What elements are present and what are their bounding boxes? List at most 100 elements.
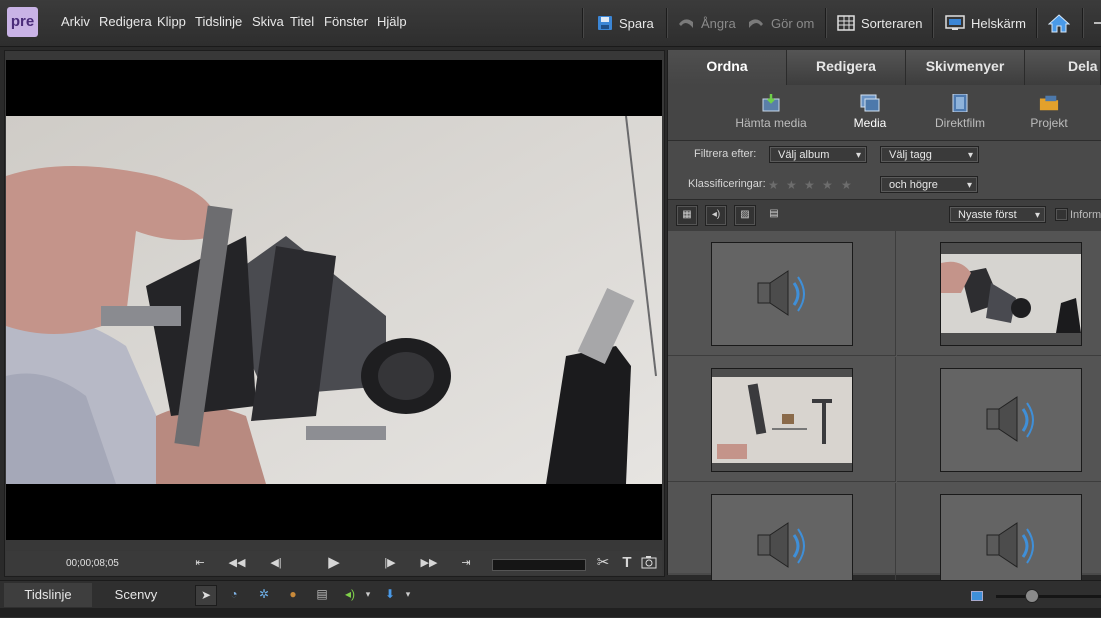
smart-mix-icon[interactable]: ✲ xyxy=(254,585,274,604)
audio-clip-thumbnail[interactable] xyxy=(940,368,1082,472)
minimize-icon[interactable] xyxy=(1094,22,1101,24)
tab-ordna[interactable]: Ordna xyxy=(668,50,787,85)
subnav-get-media[interactable]: Hämta media xyxy=(726,92,816,130)
video-image xyxy=(6,116,662,484)
toolbar-separator xyxy=(582,8,584,38)
undo-label: Ångra xyxy=(701,15,736,31)
toolbar-separator xyxy=(825,8,827,38)
album-dropdown[interactable]: Välj album xyxy=(769,146,867,164)
go-to-start-icon[interactable]: ⇤ xyxy=(191,555,209,571)
menu-tidslinje[interactable]: Tidslinje xyxy=(195,14,242,29)
filter-label: Filtrera efter: xyxy=(694,148,757,160)
camera-glyph xyxy=(641,556,657,569)
filmstrip-view-icon[interactable]: ▤ xyxy=(764,205,784,224)
subnav-media[interactable]: Media xyxy=(825,92,915,130)
show-images-icon[interactable]: ▨ xyxy=(734,205,756,226)
home-icon xyxy=(1048,14,1070,33)
tab-skivmenyer[interactable]: Skivmenyer xyxy=(906,50,1025,85)
zoom-slider[interactable] xyxy=(996,595,1101,598)
redo-icon xyxy=(749,19,763,28)
menu-arkiv[interactable]: Arkiv xyxy=(61,14,90,29)
organizer-button[interactable]: Sorteraren xyxy=(837,12,922,34)
speaker-icon xyxy=(986,396,1034,442)
show-video-icon[interactable]: ▦ xyxy=(676,205,698,226)
properties-icon[interactable]: ▤ xyxy=(312,585,332,604)
tag-dropdown[interactable]: Välj tagg xyxy=(880,146,979,164)
toolbar-separator xyxy=(666,8,668,38)
redo-button[interactable]: Gör om xyxy=(747,12,814,34)
folder-icon xyxy=(1039,95,1059,111)
grid-icon xyxy=(837,15,855,31)
undo-icon xyxy=(679,19,693,28)
star-icon[interactable]: ★ xyxy=(768,178,779,192)
marker-icon[interactable]: ⬇ xyxy=(380,585,400,604)
speaker-icon xyxy=(757,270,805,316)
video-frame[interactable] xyxy=(6,116,662,484)
menu-skiva[interactable]: Skiva xyxy=(252,14,284,29)
step-back-icon[interactable]: ◀| xyxy=(267,555,285,571)
audio-effects-icon[interactable]: ● xyxy=(283,585,303,604)
star-icon[interactable]: ★ xyxy=(804,178,815,192)
zoom-out-icon[interactable] xyxy=(971,591,983,601)
star-icon[interactable]: ★ xyxy=(841,178,852,192)
tab-redigera[interactable]: Redigera xyxy=(787,50,906,85)
video-thumbnail-image xyxy=(712,377,852,463)
redo-label: Gör om xyxy=(771,15,815,31)
star-icon[interactable]: ★ xyxy=(786,178,797,192)
audio-mixer-icon[interactable]: ◂) xyxy=(340,585,360,604)
rewind-icon[interactable]: ◀◀ xyxy=(228,555,246,571)
tab-sceneview[interactable]: Scenvy xyxy=(92,583,180,607)
rating-label: Klassificeringar: xyxy=(688,178,766,190)
fullscreen-icon xyxy=(945,15,965,30)
film-icon xyxy=(952,94,968,112)
fast-forward-icon[interactable]: ▶▶ xyxy=(420,555,438,571)
undo-button[interactable]: Ångra xyxy=(677,12,736,34)
shuttle-scrubber[interactable] xyxy=(492,559,586,571)
title-text-icon[interactable]: T xyxy=(618,555,636,571)
play-icon[interactable]: ▶ xyxy=(325,555,343,571)
video-clip-thumbnail[interactable] xyxy=(940,242,1082,346)
selection-tool-icon[interactable]: ➤ xyxy=(195,585,217,606)
timecode-display: 00;00;08;05 xyxy=(66,558,119,569)
video-thumbnail-image xyxy=(941,254,1081,333)
zoom-slider-knob[interactable] xyxy=(1025,589,1039,603)
subnav-projekt[interactable]: Projekt xyxy=(1004,92,1094,130)
tab-timeline[interactable]: Tidslinje xyxy=(4,583,92,607)
fullscreen-button[interactable]: Helskärm xyxy=(945,12,1026,34)
scissors-icon[interactable]: ✂ xyxy=(594,555,612,571)
toolbar-separator xyxy=(1036,8,1038,38)
toolbar-separator xyxy=(932,8,934,38)
app-logo: pre xyxy=(7,7,38,37)
save-button[interactable]: Spara xyxy=(597,12,654,34)
menu-redigera[interactable]: Redigera xyxy=(99,14,152,29)
floppy-disk-icon xyxy=(598,16,612,30)
chevron-down-icon[interactable]: ▾ xyxy=(398,585,418,604)
menu-hjalp[interactable]: Hjälp xyxy=(377,14,407,29)
rating-dropdown[interactable]: och högre xyxy=(880,176,978,194)
menu-titel[interactable]: Titel xyxy=(290,14,314,29)
subnav-direktfilm[interactable]: Direktfilm xyxy=(915,92,1005,130)
timeline-ruler xyxy=(0,608,1101,617)
sort-dropdown[interactable]: Nyaste först xyxy=(949,206,1046,224)
audio-clip-thumbnail[interactable] xyxy=(711,242,853,346)
toolbar-separator xyxy=(1082,8,1084,38)
home-button[interactable] xyxy=(1048,12,1070,34)
camera-icon[interactable] xyxy=(640,555,658,571)
save-label: Spara xyxy=(619,15,654,31)
video-clip-thumbnail[interactable] xyxy=(711,368,853,472)
chevron-down-icon[interactable]: ▾ xyxy=(358,585,378,604)
time-stretch-icon[interactable]: ◔ xyxy=(224,585,244,604)
menu-fonster[interactable]: Fönster xyxy=(324,14,368,29)
go-to-end-icon[interactable]: ⇥ xyxy=(457,555,475,571)
media-grid xyxy=(668,231,1101,608)
subnav-label: Direktfilm xyxy=(935,116,985,130)
star-icon[interactable]: ★ xyxy=(822,178,833,192)
show-audio-icon[interactable]: ◂) xyxy=(705,205,727,226)
step-forward-icon[interactable]: |▶ xyxy=(381,555,399,571)
menu-klipp[interactable]: Klipp xyxy=(157,14,186,29)
info-checkbox[interactable] xyxy=(1055,208,1068,221)
info-checkbox-label: Inform xyxy=(1070,209,1101,221)
organizer-label: Sorteraren xyxy=(861,15,923,31)
subnav-label: Hämta media xyxy=(735,116,807,130)
tab-dela[interactable]: Dela xyxy=(1025,50,1101,85)
